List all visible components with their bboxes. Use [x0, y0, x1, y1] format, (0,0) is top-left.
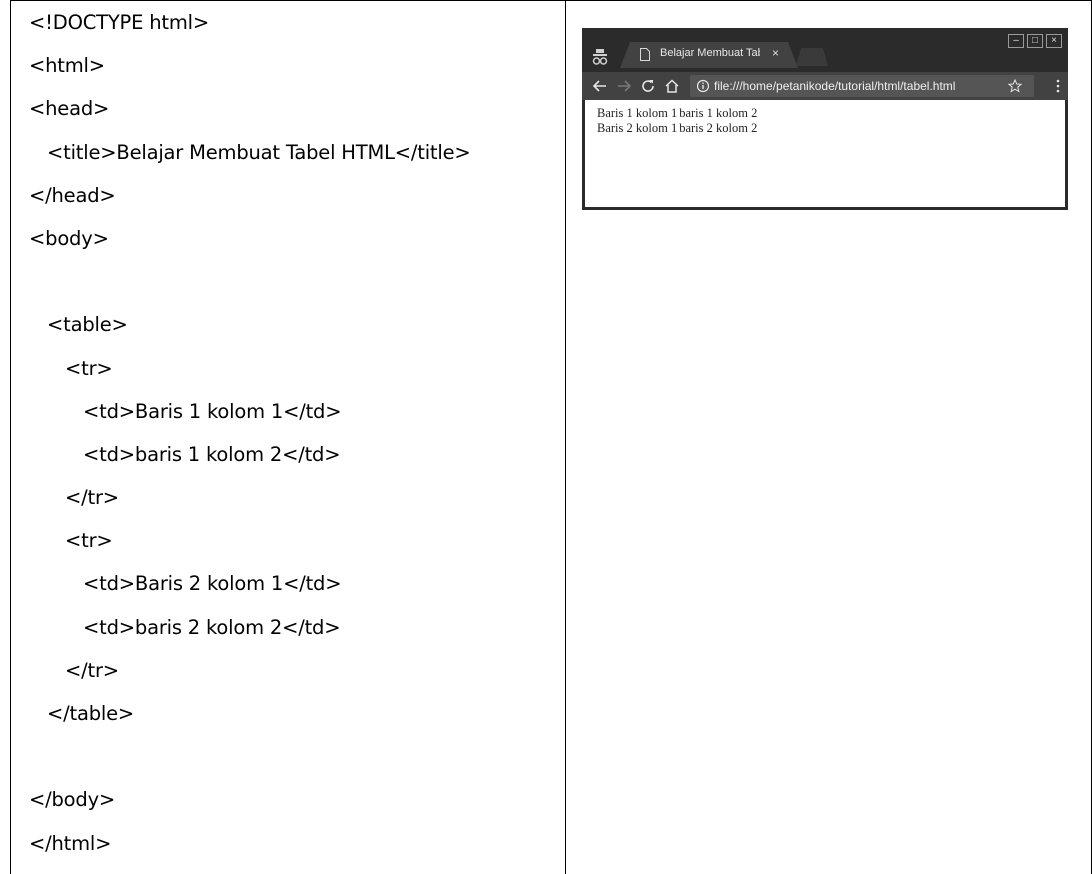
table-row: Baris 1 kolom 1 baris 1 kolom 2 — [597, 106, 759, 121]
table-cell: baris 1 kolom 2 — [679, 106, 758, 120]
code-line: </tr> — [29, 658, 119, 682]
rendered-table: Baris 1 kolom 1 baris 1 kolom 2 Baris 2 … — [597, 106, 759, 136]
code-line: <td>Baris 1 kolom 1</td> — [29, 399, 342, 423]
menu-icon[interactable] — [1056, 78, 1060, 94]
browser-window: Belajar Membuat Tabel × – □ × — [582, 28, 1068, 210]
reload-icon[interactable] — [640, 78, 656, 94]
code-line: <body> — [29, 226, 109, 250]
code-line: </tr> — [29, 486, 119, 510]
tab-title: Belajar Membuat Tabel — [660, 47, 760, 59]
tab-strip: Belajar Membuat Tabel × – □ × — [582, 28, 1068, 72]
table-cell: Baris 2 kolom 1 — [597, 121, 678, 135]
code-line: <td>baris 1 kolom 2</td> — [29, 442, 341, 466]
code-line: <td>baris 2 kolom 2</td> — [29, 615, 341, 639]
browser-tab[interactable]: Belajar Membuat Tabel × — [620, 42, 798, 68]
info-icon[interactable] — [696, 79, 710, 93]
code-line: <title>Belajar Membuat Tabel HTML</title… — [29, 140, 471, 164]
url-text[interactable]: file:///home/petanikode/tutorial/html/ta… — [714, 79, 955, 93]
home-icon[interactable] — [664, 78, 680, 94]
code-line: <tr> — [29, 529, 113, 553]
page-viewport: Baris 1 kolom 1 baris 1 kolom 2 Baris 2 … — [585, 100, 1065, 207]
page-icon — [640, 48, 650, 61]
forward-arrow-icon[interactable] — [616, 78, 632, 94]
code-line: <!DOCTYPE html> — [29, 11, 209, 34]
code-line: <table> — [29, 313, 128, 337]
browser-toolbar: file:///home/petanikode/tutorial/html/ta… — [582, 72, 1068, 100]
code-line: <head> — [29, 97, 110, 121]
window-controls: – □ × — [1008, 34, 1062, 48]
code-line: <td>Baris 2 kolom 1</td> — [29, 572, 342, 596]
table-row: Baris 2 kolom 1 baris 2 kolom 2 — [597, 121, 759, 136]
new-tab-button[interactable] — [796, 48, 828, 66]
table-cell: Baris 1 kolom 1 — [597, 106, 678, 120]
code-listing: <!DOCTYPE html> <html> <head> <title>Bel… — [29, 5, 559, 869]
code-line: </body> — [29, 788, 116, 812]
incognito-icon — [592, 49, 608, 65]
column-divider — [565, 1, 566, 874]
back-arrow-icon[interactable] — [592, 78, 608, 94]
table-cell: baris 2 kolom 2 — [679, 121, 758, 135]
tab-close-button[interactable]: × — [772, 46, 779, 60]
address-bar[interactable]: file:///home/petanikode/tutorial/html/ta… — [690, 75, 1034, 97]
minimize-button[interactable]: – — [1008, 34, 1024, 48]
code-line: </html> — [29, 831, 112, 855]
code-line: <html> — [29, 54, 105, 78]
browser-titlebar: Belajar Membuat Tabel × – □ × — [582, 28, 1068, 72]
code-line: </head> — [29, 183, 116, 207]
code-line: </table> — [29, 702, 135, 725]
code-line: <tr> — [29, 356, 113, 380]
maximize-button[interactable]: □ — [1027, 34, 1043, 48]
star-icon[interactable] — [1008, 79, 1022, 93]
close-window-button[interactable]: × — [1046, 34, 1062, 48]
